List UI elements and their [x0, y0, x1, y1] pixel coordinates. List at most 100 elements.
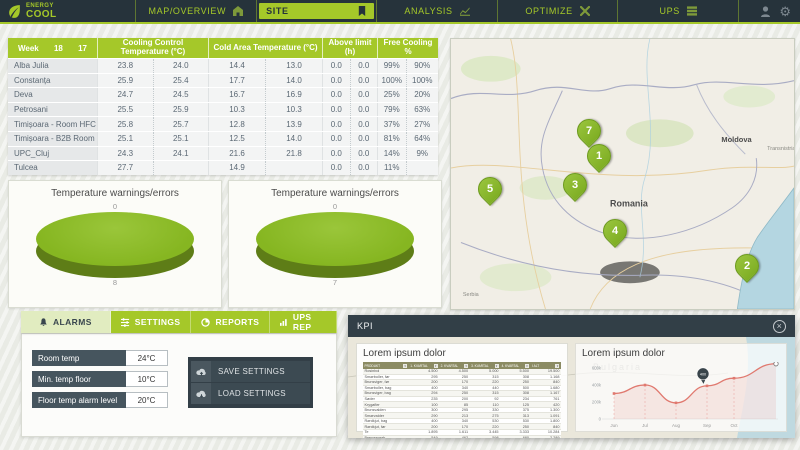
value-cell: 24.5 [153, 88, 209, 102]
value-cell: 79% [377, 103, 406, 117]
value-cell: 21.6 [208, 147, 265, 161]
value-cell: 14.0 [265, 74, 322, 88]
tab-label: REPORTS [215, 317, 259, 327]
kpi-card-chart: Lorem ipsum dolor 0200k400k600kJunJulAug… [575, 343, 787, 432]
filter-dropdown-icon[interactable]: ▾ [434, 364, 438, 368]
pie-top-label: 0 [229, 202, 441, 211]
floor-temp-alarm-input[interactable]: 20°C [126, 392, 168, 408]
nav-label: ANALYSIS [404, 6, 452, 16]
value-cell: 64% [406, 132, 439, 146]
tab-reports[interactable]: REPORTS [191, 311, 270, 333]
tab-label: UPS REP [293, 312, 326, 332]
value-cell: 81% [377, 132, 406, 146]
value-cell: 14.9 [208, 161, 265, 175]
nav-label: SITE [266, 6, 288, 16]
pie-title: Temperature warnings/errors [9, 188, 221, 199]
kpi-card-table: Lorem ipsum dolor PRODUKT▾1. KVARTAL▾2. … [356, 343, 568, 432]
value-cell: 12.8 [208, 117, 265, 131]
table-row[interactable]: Tulcea27.714.90.00.011% [8, 160, 438, 175]
value-cell: 0.0 [350, 147, 378, 161]
user-icon[interactable] [760, 6, 771, 17]
nav-label: OPTIMIZE [525, 6, 572, 16]
filter-dropdown-icon[interactable]: ▾ [525, 364, 529, 368]
pie-bottom-label: 7 [229, 278, 441, 287]
room-temp-field: Room temp 24°C [32, 350, 168, 366]
button-label: SAVE SETTINGS [218, 367, 285, 376]
value-cell: 24.3 [97, 147, 153, 161]
kpi-card-title: Lorem ipsum dolor [363, 348, 561, 359]
kpi-mini-table: PRODUKT▾1. KVARTAL▾2. KVARTAL▾3. KVARTAL… [363, 362, 561, 438]
field-label: Room temp [32, 350, 126, 366]
filter-dropdown-icon[interactable]: ▾ [555, 364, 559, 368]
pie-card-left: Temperature warnings/errors 0 8 [8, 180, 222, 308]
nav-item-optimize[interactable]: OPTIMIZE [497, 0, 618, 22]
table-row[interactable]: Deva24.724.516.716.90.00.025%20% [8, 87, 438, 102]
pie-bottom-label: 8 [9, 278, 221, 287]
table-row[interactable]: Petrosani25.525.910.310.30.00.079%63% [8, 102, 438, 117]
value-cell: 0.0 [350, 103, 378, 117]
line-chart-icon [460, 6, 470, 16]
value-cell: 24.7 [97, 88, 153, 102]
filter-dropdown-icon[interactable]: ▾ [495, 364, 499, 368]
filter-dropdown-icon[interactable]: ▾ [464, 364, 468, 368]
min-temp-floor-input[interactable]: 10°C [126, 371, 168, 387]
filter-dropdown-icon[interactable]: ▾ [403, 364, 407, 368]
value-cell: 0.0 [322, 88, 350, 102]
table-row[interactable]: Alba Julia23.824.014.413.00.00.099%90% [8, 58, 438, 73]
kpi-table-header: PRODUKT▾1. KVARTAL▾2. KVARTAL▾3. KVARTAL… [363, 362, 561, 369]
nav-item-ups[interactable]: UPS [617, 0, 738, 22]
gear-icon[interactable]: ⚙ [779, 5, 791, 18]
table-row[interactable]: UPC_Cluj24.324.121.621.80.00.014%9% [8, 146, 438, 161]
site-active-button[interactable]: SITE [259, 3, 373, 19]
week-previous: 17 [78, 44, 87, 53]
room-temp-input[interactable]: 24°C [126, 350, 168, 366]
tab-bar: ALARMS SETTINGS REPORTS UPS REP [21, 311, 337, 333]
week-table-body: Alba Julia23.824.014.413.00.00.099%90%Co… [8, 58, 438, 175]
value-cell: 0.0 [322, 59, 350, 73]
map-label: Romania [610, 199, 649, 209]
nav-right-icons: ⚙ [738, 0, 800, 22]
site-name-cell: Timișoara - B2B Room [8, 132, 97, 146]
kpi-title: KPI [357, 321, 373, 331]
pie-chart [36, 212, 194, 278]
chart-tooltip: 400 [697, 368, 709, 384]
tab-alarms[interactable]: ALARMS [21, 311, 111, 333]
table-row[interactable]: Constanța25.925.417.714.00.00.0100%100% [8, 73, 438, 88]
brand-logo[interactable]: ENERGY COOL [0, 3, 135, 20]
week-current: 18 [54, 44, 63, 53]
site-name-cell: Constanța [8, 74, 97, 88]
tab-settings[interactable]: SETTINGS [111, 311, 192, 333]
map-panel[interactable]: RomaniaMoldovaTransnistriaSerbia 713542 [450, 38, 795, 310]
bell-icon [39, 318, 48, 327]
save-settings-button[interactable]: SAVE SETTINGS [191, 361, 310, 382]
col-group-cold-area: Cold Area Temperature (°C) [208, 38, 322, 58]
value-cell: 16.9 [265, 88, 322, 102]
load-settings-button[interactable]: LOAD SETTINGS [191, 383, 310, 404]
kpi-col-header: I ALT▾ [531, 364, 561, 368]
value-cell [153, 161, 209, 175]
value-cell: 14% [377, 147, 406, 161]
table-row[interactable]: Timișoara - B2B Room25.125.112.514.00.00… [8, 131, 438, 146]
svg-text:Jun: Jun [610, 423, 618, 428]
nav-item-analysis[interactable]: ANALYSIS [376, 0, 497, 22]
value-cell: 0.0 [322, 132, 350, 146]
tab-ups-rep[interactable]: UPS REP [270, 311, 337, 333]
kpi-col-header: 2. KVARTAL▾ [439, 364, 469, 368]
week-table-corner: Week 18 17 [8, 38, 97, 58]
col-group-cooling-control: Cooling Control Temperature (°C) [97, 38, 208, 58]
cloud-download-icon [191, 383, 211, 404]
nav-label: UPS [660, 6, 680, 16]
table-row[interactable]: Timișoara - Room HFC25.825.712.813.90.00… [8, 116, 438, 131]
kpi-col-header: PRODUKT▾ [363, 364, 409, 368]
value-cell: 27% [406, 117, 439, 131]
value-cell: 25.1 [97, 132, 153, 146]
nav-item-map-overview[interactable]: MAP/OVERVIEW [135, 0, 256, 22]
close-icon[interactable]: × [773, 320, 786, 333]
svg-text:200k: 200k [592, 400, 602, 405]
map-label: Serbia [463, 292, 480, 298]
value-cell: 0.0 [350, 74, 378, 88]
nav-item-site[interactable]: SITE [256, 0, 377, 22]
value-cell: 25.1 [153, 132, 209, 146]
main-nav: MAP/OVERVIEW SITE ANALYSIS OPTIMIZE UPS [135, 0, 738, 22]
value-cell: 0.0 [322, 117, 350, 131]
